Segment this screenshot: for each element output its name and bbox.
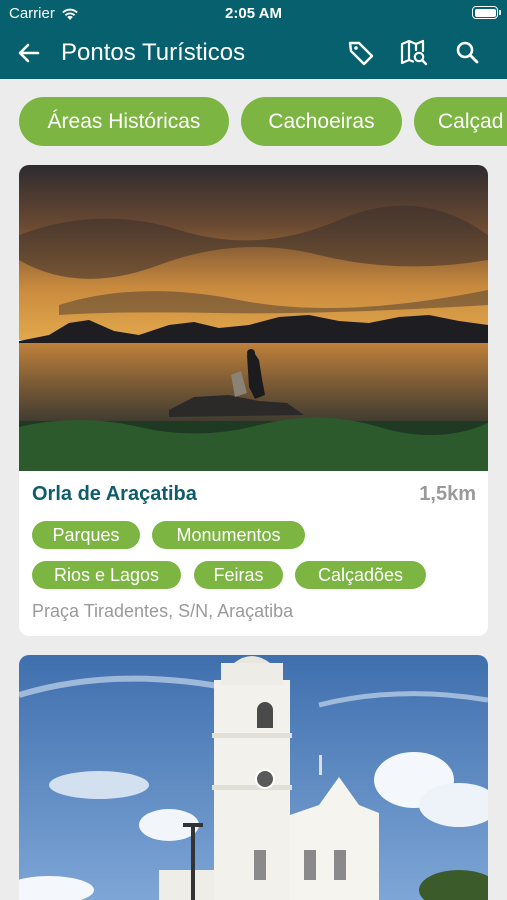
tag-monumentos: Monumentos (152, 521, 305, 549)
place-card[interactable]: Orla de Araçatiba 1,5km Parques Monument… (19, 165, 488, 636)
category-chip-areas-historicas[interactable]: Áreas Históricas (19, 97, 229, 146)
app-header: Carrier 2:05 AM Pontos Turísticos (0, 0, 507, 79)
place-distance: 1,5km (419, 483, 476, 505)
search-icon[interactable] (453, 38, 483, 68)
category-filter-bar: Áreas Históricas Cachoeiras Calçad (0, 96, 507, 148)
navigation-bar: Pontos Turísticos (0, 28, 507, 78)
tag-parques: Parques (32, 521, 140, 549)
map-search-icon[interactable] (399, 38, 429, 68)
place-name: Orla de Araçatiba (32, 483, 197, 505)
category-chip-cachoeiras[interactable]: Cachoeiras (241, 97, 402, 146)
category-chip-calcadoes[interactable]: Calçad (414, 97, 507, 146)
place-card[interactable] (19, 655, 488, 900)
place-address: Praça Tiradentes, S/N, Araçatiba (32, 601, 294, 621)
place-photo (19, 165, 488, 471)
page-title: Pontos Turísticos (61, 39, 246, 66)
place-photo (19, 655, 488, 900)
tag-icon[interactable] (346, 38, 376, 68)
tag-feiras: Feiras (194, 561, 283, 589)
battery-icon (472, 6, 501, 19)
status-bar: Carrier 2:05 AM (0, 0, 507, 28)
arrow-left-icon[interactable] (14, 38, 44, 68)
tag-rios-e-lagos: Rios e Lagos (32, 561, 181, 589)
tag-calcadoes: Calçadões (295, 561, 426, 589)
status-time: 2:05 AM (225, 5, 282, 22)
